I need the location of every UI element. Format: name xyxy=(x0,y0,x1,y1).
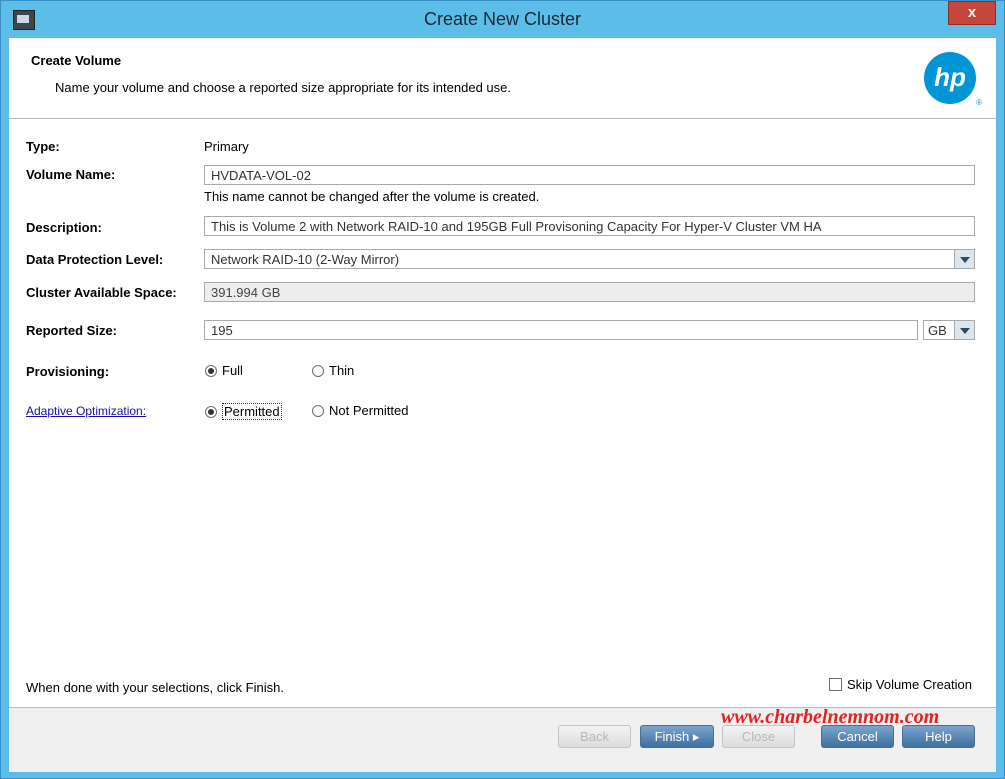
data-protection-select[interactable]: Network RAID-10 (2-Way Mirror) xyxy=(204,249,975,269)
provisioning-thin-radio[interactable]: Thin xyxy=(312,363,354,378)
page-title: Create Volume xyxy=(31,53,122,68)
volume-name-label: Volume Name: xyxy=(26,167,116,182)
radio-unselected-icon[interactable] xyxy=(312,404,324,417)
radio-selected-icon[interactable] xyxy=(205,364,217,377)
page-subtitle: Name your volume and choose a reported s… xyxy=(55,80,511,95)
dialog-window: Create New Cluster x Create Volume Name … xyxy=(0,0,1005,779)
provisioning-thin-label: Thin xyxy=(329,363,355,378)
skip-volume-creation-checkbox[interactable]: Skip Volume Creation xyxy=(828,677,972,692)
provisioning-full-label: Full xyxy=(222,363,243,378)
adaptive-permitted-radio[interactable]: Permitted xyxy=(205,403,282,420)
volume-name-note: This name cannot be changed after the vo… xyxy=(204,189,540,204)
chevron-down-icon[interactable] xyxy=(954,321,974,339)
reported-size-label: Reported Size: xyxy=(26,323,118,338)
data-protection-value: Network RAID-10 (2-Way Mirror) xyxy=(211,252,400,267)
size-unit-select[interactable]: GB xyxy=(923,320,975,340)
window-title: Create New Cluster xyxy=(423,9,582,29)
adaptive-not-permitted-label: Not Permitted xyxy=(329,403,409,418)
checkbox-icon[interactable] xyxy=(828,678,842,691)
volume-name-input[interactable]: HVDATA-VOL-02 xyxy=(204,165,975,185)
data-protection-label: Data Protection Level: xyxy=(26,252,164,267)
finish-button-label: Finish xyxy=(654,729,690,744)
adaptive-not-permitted-radio[interactable]: Not Permitted xyxy=(312,403,408,418)
footer-instruction: When done with your selections, click Fi… xyxy=(26,680,284,695)
title-bar[interactable]: Create New Cluster x xyxy=(1,1,1004,37)
close-button[interactable]: Close xyxy=(722,725,795,748)
back-button-label: Back xyxy=(580,729,609,744)
dialog-client: Create Volume Name your volume and choos… xyxy=(9,38,996,772)
provisioning-full-radio[interactable]: Full xyxy=(205,363,243,378)
cluster-space-field: 391.994 GB xyxy=(204,282,975,302)
cluster-space-label: Cluster Available Space: xyxy=(26,285,177,300)
adaptive-optimization-link[interactable]: Adaptive Optimization: xyxy=(26,404,146,418)
arrow-right-icon: ▸ xyxy=(692,729,700,744)
type-label: Type: xyxy=(26,139,60,154)
hp-logo-reg: ® xyxy=(976,98,982,107)
description-input[interactable]: This is Volume 2 with Network RAID-10 an… xyxy=(204,216,975,236)
finish-button[interactable]: Finish ▸ xyxy=(640,725,714,748)
skip-volume-creation-label: Skip Volume Creation xyxy=(846,677,972,692)
chevron-down-icon[interactable] xyxy=(954,250,974,268)
size-unit-value: GB xyxy=(928,323,947,338)
description-label: Description: xyxy=(26,220,102,235)
type-value: Primary xyxy=(204,139,249,154)
help-button[interactable]: Help xyxy=(902,725,975,748)
back-button[interactable]: Back xyxy=(558,725,631,748)
reported-size-input[interactable]: 195 xyxy=(204,320,918,340)
close-window-button[interactable]: x xyxy=(948,1,996,25)
cancel-button-label: Cancel xyxy=(837,729,878,744)
hp-logo: hp xyxy=(924,52,976,104)
provisioning-label: Provisioning: xyxy=(26,364,110,379)
help-button-label: Help xyxy=(925,729,952,744)
radio-unselected-icon[interactable] xyxy=(312,364,324,377)
wizard-header: Create Volume Name your volume and choos… xyxy=(9,38,996,119)
wizard-footer: When done with your selections, click Fi… xyxy=(9,677,996,772)
volume-form: Type: Primary Volume Name: HVDATA-VOL-02… xyxy=(9,119,996,707)
close-button-label: Close xyxy=(741,729,776,744)
cancel-button[interactable]: Cancel xyxy=(821,725,894,748)
adaptive-permitted-label: Permitted xyxy=(222,403,282,420)
radio-selected-icon[interactable] xyxy=(205,405,217,418)
